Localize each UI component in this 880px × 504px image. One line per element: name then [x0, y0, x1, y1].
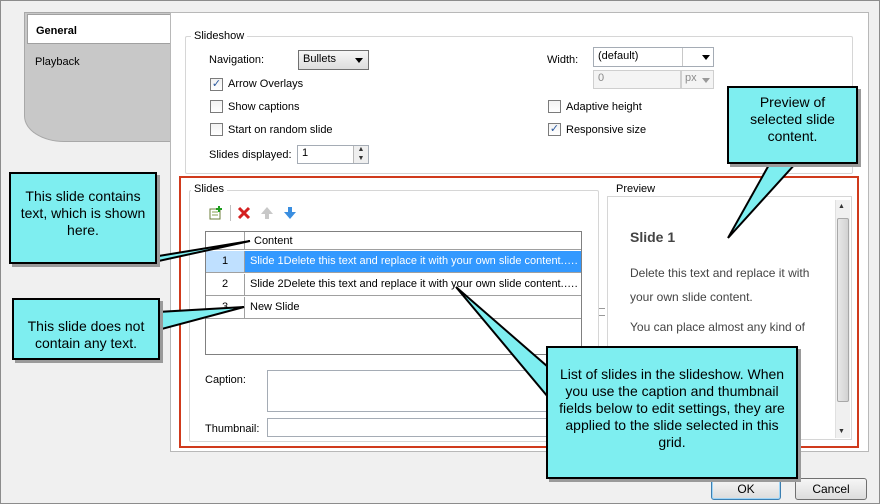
- callout-preview: Preview of selected slide content.: [727, 86, 858, 164]
- callout-text-slide: This slide contains text, which is shown…: [9, 172, 157, 264]
- callout-slide-list: List of slides in the slideshow. When yo…: [546, 346, 798, 479]
- callout-no-text-slide: This slide does not contain any text.: [12, 298, 160, 360]
